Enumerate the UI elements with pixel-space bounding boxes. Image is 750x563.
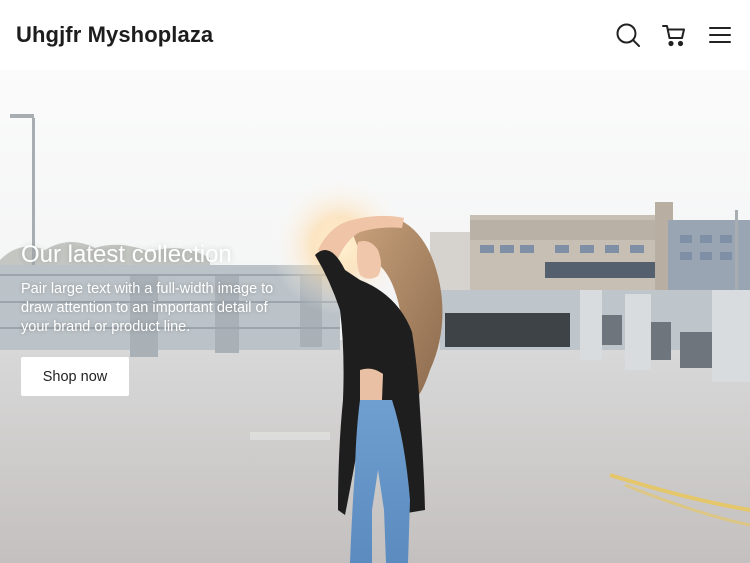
shop-now-button[interactable]: Shop now bbox=[21, 357, 129, 396]
hero-banner: Our latest collection Pair large text wi… bbox=[0, 70, 750, 563]
menu-icon[interactable] bbox=[706, 21, 734, 49]
store-logo[interactable]: Uhgjfr Myshoplaza bbox=[16, 22, 213, 48]
hero-title: Our latest collection bbox=[21, 241, 232, 268]
cart-icon[interactable] bbox=[660, 21, 688, 49]
hero-description: Pair large text with a full-width image … bbox=[21, 281, 274, 335]
header-actions bbox=[614, 21, 734, 49]
site-header: Uhgjfr Myshoplaza bbox=[0, 0, 750, 70]
hero-content: Our latest collection Pair large text wi… bbox=[21, 240, 291, 396]
search-icon[interactable] bbox=[614, 21, 642, 49]
